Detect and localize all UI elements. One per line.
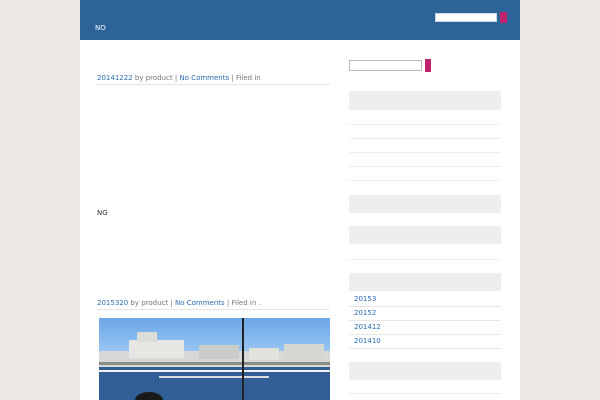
divider bbox=[349, 180, 501, 181]
widget-header bbox=[349, 226, 501, 244]
divider bbox=[349, 393, 501, 394]
nav-item[interactable]: NO bbox=[95, 24, 106, 32]
divider bbox=[349, 152, 501, 153]
widget-header bbox=[349, 195, 501, 213]
widget-header bbox=[349, 362, 501, 380]
post-photo bbox=[99, 318, 330, 400]
archive-item[interactable]: 20152 bbox=[349, 307, 501, 321]
divider bbox=[349, 259, 501, 260]
post-author: by product | bbox=[130, 299, 173, 307]
divider bbox=[349, 124, 501, 125]
filed-in: | Filed in . bbox=[226, 299, 261, 307]
post-meta: 2015320 by product | No Comments | Filed… bbox=[97, 299, 330, 310]
post-meta: 20141222 by product | No Comments | File… bbox=[97, 74, 330, 85]
site-header: NO bbox=[80, 0, 520, 40]
archive-link[interactable]: 201412 bbox=[354, 323, 381, 331]
archive-item[interactable]: 20153 bbox=[349, 293, 501, 307]
widget-header bbox=[349, 91, 501, 110]
post-date-link[interactable]: 2015320 bbox=[97, 299, 128, 307]
comments-link[interactable]: No Comments bbox=[179, 74, 229, 82]
sidebar-search-input[interactable] bbox=[349, 60, 422, 71]
archive-link[interactable]: 20152 bbox=[354, 309, 376, 317]
divider bbox=[349, 138, 501, 139]
harbor-photo bbox=[99, 318, 330, 400]
divider bbox=[349, 166, 501, 167]
post-body: NG bbox=[97, 209, 108, 217]
widget-header bbox=[349, 273, 501, 291]
comments-link[interactable]: No Comments bbox=[175, 299, 225, 307]
page-container: NO 20141222 by product | No Comments | F… bbox=[80, 0, 520, 400]
post-author: by product | bbox=[134, 74, 178, 82]
sidebar-search-button[interactable] bbox=[425, 59, 431, 72]
header-search-input[interactable] bbox=[435, 13, 497, 22]
archive-link[interactable]: 20153 bbox=[354, 295, 376, 303]
archive-link[interactable]: 201410 bbox=[354, 337, 381, 345]
header-search-button[interactable] bbox=[500, 12, 507, 23]
filed-in: | Filed in bbox=[231, 74, 261, 82]
post-date-link[interactable]: 20141222 bbox=[97, 74, 133, 82]
archive-item[interactable]: 201412 bbox=[349, 321, 501, 335]
archive-item[interactable]: 201410 bbox=[349, 335, 501, 349]
